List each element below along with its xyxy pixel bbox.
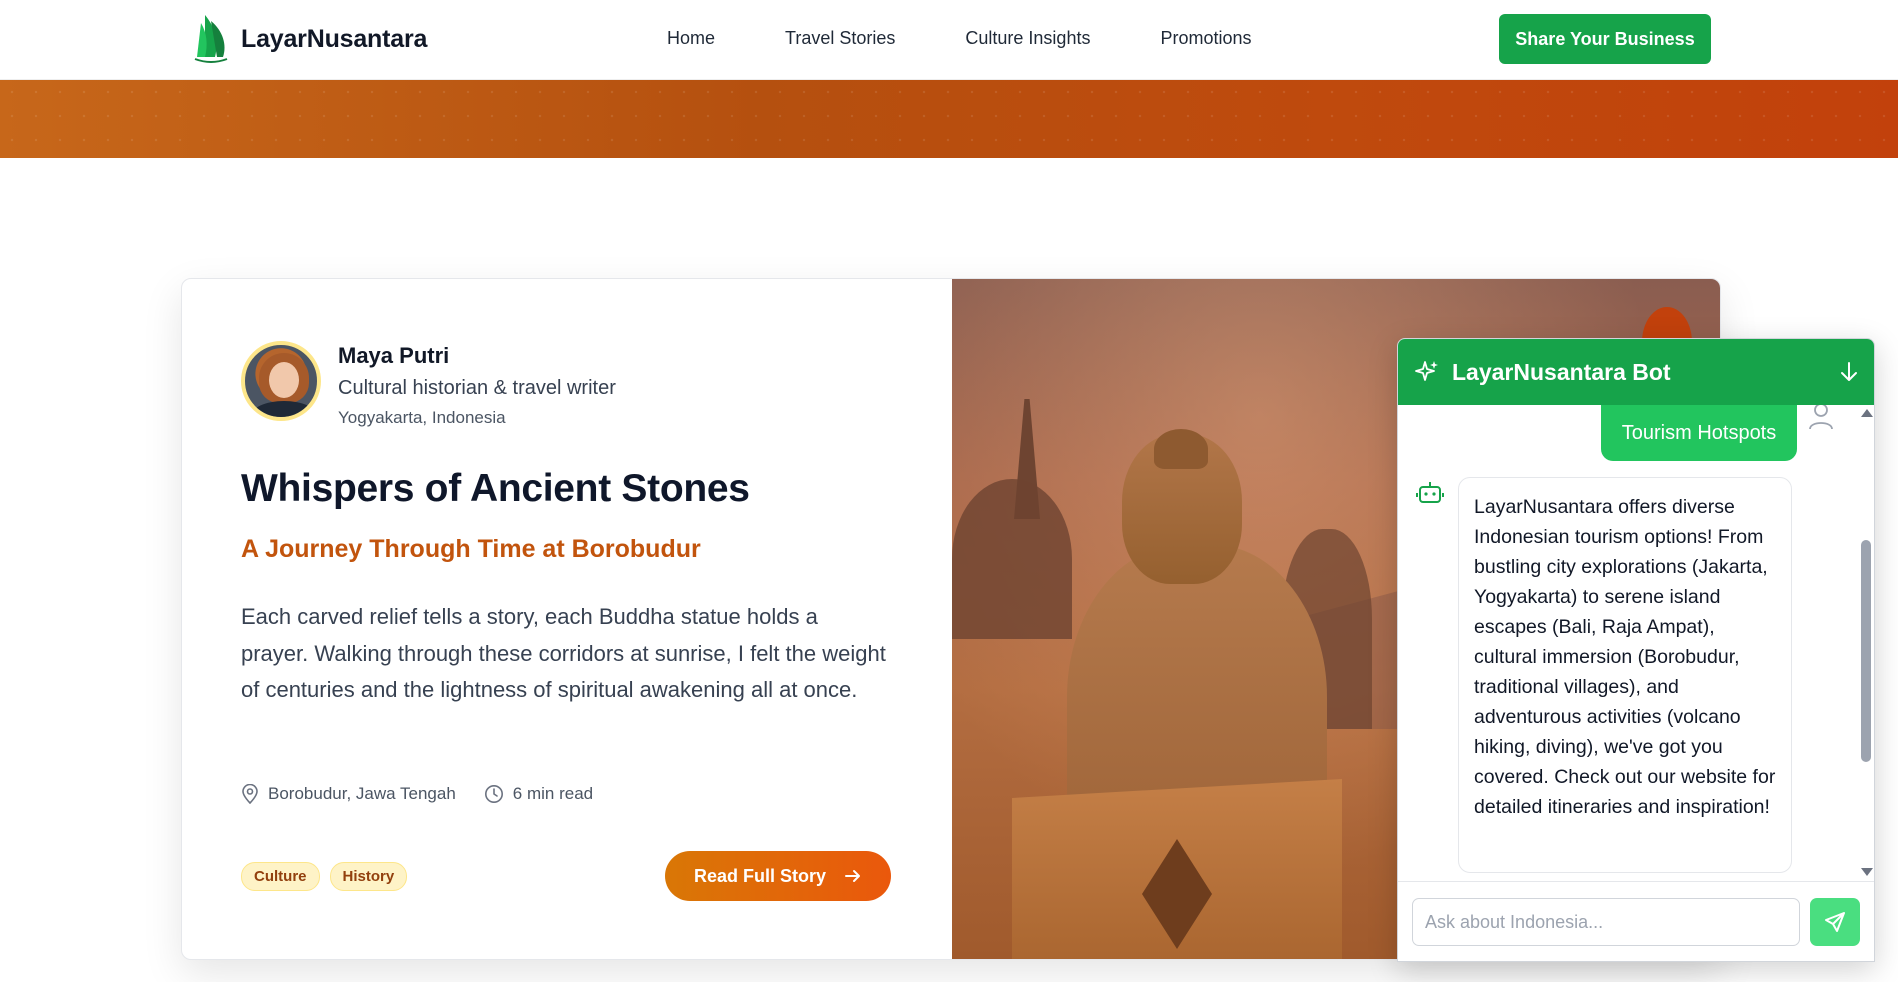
story-meta: Borobudur, Jawa Tengah 6 min read xyxy=(241,784,593,804)
chat-widget: LayarNusantara Bot Tourism Hotspots Laya… xyxy=(1397,338,1875,962)
send-icon xyxy=(1825,912,1845,932)
site-header: LayarNusantara Home Travel Stories Cultu… xyxy=(0,0,1898,80)
nav-travel-stories[interactable]: Travel Stories xyxy=(785,28,895,49)
tag-history[interactable]: History xyxy=(329,862,408,891)
chat-title: LayarNusantara Bot xyxy=(1452,358,1671,385)
chat-header[interactable]: LayarNusantara Bot xyxy=(1398,339,1874,405)
story-excerpt: Each carved relief tells a story, each B… xyxy=(241,604,886,702)
scroll-down-icon[interactable] xyxy=(1861,868,1873,876)
story-location: Borobudur, Jawa Tengah xyxy=(268,784,456,803)
chat-input[interactable] xyxy=(1412,898,1800,946)
sail-logo-icon xyxy=(194,15,228,63)
logo[interactable]: LayarNusantara xyxy=(193,13,427,65)
scroll-thumb[interactable] xyxy=(1861,540,1871,762)
author-role: Cultural historian & travel writer xyxy=(338,377,616,399)
story-subtitle: A Journey Through Time at Borobudur xyxy=(241,535,701,563)
bot-message: LayarNusantara offers diverse Indonesian… xyxy=(1458,477,1792,873)
arrow-right-icon xyxy=(845,870,861,882)
author-location: Yogyakarta, Indonesia xyxy=(338,408,506,427)
send-button[interactable] xyxy=(1810,898,1860,946)
read-full-story-label: Read Full Story xyxy=(693,865,827,886)
author-info: Maya Putri Cultural historian & travel w… xyxy=(241,341,616,428)
avatar xyxy=(241,341,321,421)
chat-input-area xyxy=(1398,881,1874,961)
story-content: Maya Putri Cultural historian & travel w… xyxy=(182,279,952,959)
clock-icon xyxy=(484,785,503,803)
author-name: Maya Putri xyxy=(338,343,450,368)
story-title: Whispers of Ancient Stones xyxy=(241,467,750,510)
main-nav: Home Travel Stories Culture Insights Pro… xyxy=(667,28,1252,49)
nav-promotions[interactable]: Promotions xyxy=(1160,28,1251,49)
share-business-button[interactable]: Share Your Business xyxy=(1499,14,1711,64)
user-icon xyxy=(1809,405,1833,430)
scroll-up-icon[interactable] xyxy=(1861,409,1873,417)
tag-culture[interactable]: Culture xyxy=(241,862,320,891)
sparkle-icon xyxy=(1415,361,1438,381)
read-full-story-button[interactable]: Read Full Story xyxy=(665,851,891,901)
hero-banner xyxy=(0,80,1898,158)
brand-name: LayarNusantara xyxy=(241,24,428,53)
chat-scrollbar[interactable] xyxy=(1856,405,1874,881)
story-read-time: 6 min read xyxy=(512,784,594,803)
story-tags: Culture History xyxy=(241,862,408,891)
map-pin-icon xyxy=(242,784,258,804)
chat-messages[interactable]: Tourism Hotspots LayarNusantara offers d… xyxy=(1398,405,1874,881)
user-message: Tourism Hotspots xyxy=(1601,405,1797,461)
bot-icon xyxy=(1416,482,1444,503)
arrow-down-icon[interactable] xyxy=(1838,360,1860,384)
nav-culture-insights[interactable]: Culture Insights xyxy=(965,28,1090,49)
nav-home[interactable]: Home xyxy=(667,28,715,49)
